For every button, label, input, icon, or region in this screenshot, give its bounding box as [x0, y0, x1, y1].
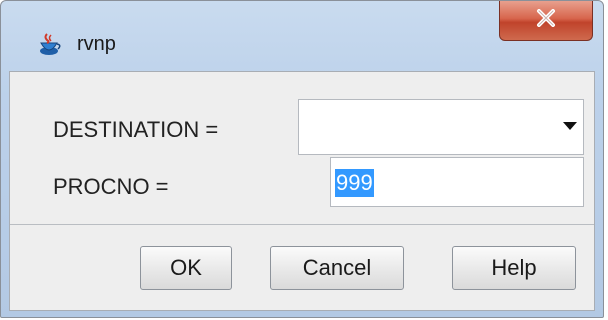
cancel-button[interactable]: Cancel [270, 246, 404, 290]
dialog-window: rvnp DESTINATION = PROCNO = 999 OK Cance… [0, 0, 604, 318]
divider [10, 224, 594, 225]
close-button[interactable] [499, 1, 593, 41]
form-area: DESTINATION = PROCNO = 999 [10, 72, 594, 224]
close-x-icon [535, 9, 557, 32]
destination-dropdown[interactable] [298, 99, 584, 155]
help-button[interactable]: Help [452, 246, 576, 290]
procno-label: PROCNO = [53, 174, 169, 199]
title-bar[interactable]: rvnp [1, 1, 603, 73]
destination-label: DESTINATION = [53, 117, 219, 142]
procno-field[interactable]: 999 [330, 157, 584, 207]
chevron-down-icon[interactable] [563, 122, 577, 130]
window-title: rvnp [77, 33, 116, 55]
procno-value[interactable]: 999 [335, 169, 374, 197]
java-cup-icon [35, 31, 63, 59]
ok-button[interactable]: OK [140, 246, 232, 290]
dialog-content: DESTINATION = PROCNO = 999 OK Cancel Hel… [9, 71, 595, 311]
